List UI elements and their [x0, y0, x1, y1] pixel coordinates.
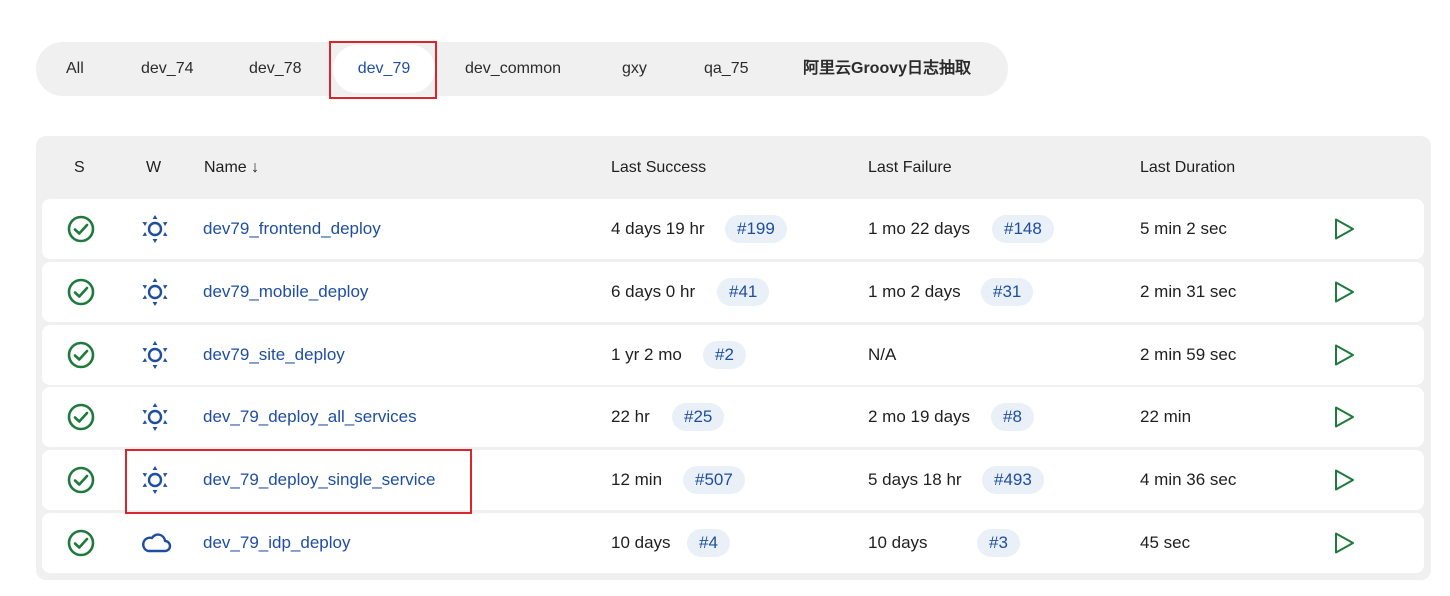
tab-qa-75[interactable]: qa_75	[704, 42, 749, 96]
last-success-build-badge[interactable]: #2	[703, 341, 746, 369]
schedule-build-play-icon[interactable]	[1332, 217, 1356, 241]
last-duration: 4 min 36 sec	[1140, 470, 1237, 489]
schedule-build-play-icon[interactable]	[1332, 405, 1356, 429]
last-duration: 45 sec	[1140, 533, 1191, 552]
last-success-time: 4 days 19 hr	[611, 219, 705, 238]
last-success-build-badge[interactable]: #199	[725, 215, 787, 243]
last-duration: 5 min 2 sec	[1140, 219, 1227, 238]
table-row: dev79_mobile_deploy 6 days 0 hr #41 1 mo…	[42, 262, 1424, 322]
table-row: dev_79_idp_deploy 10 days #4 10 days #3 …	[42, 513, 1424, 573]
job-name-link[interactable]: dev79_frontend_deploy	[203, 199, 381, 259]
success-check-icon	[67, 215, 95, 243]
last-failure-build-badge[interactable]: #148	[992, 215, 1054, 243]
last-failure-build-badge[interactable]: #8	[991, 403, 1034, 431]
header-last-failure[interactable]: Last Failure	[868, 159, 952, 177]
last-failure-time: 5 days 18 hr	[868, 470, 962, 489]
tab-all[interactable]: All	[66, 42, 84, 96]
last-failure-time: 1 mo 22 days	[868, 219, 971, 238]
sun-icon	[140, 278, 170, 306]
job-name-link[interactable]: dev_79_idp_deploy	[203, 513, 350, 573]
header-weather[interactable]: W	[146, 159, 161, 177]
schedule-build-play-icon[interactable]	[1332, 280, 1356, 304]
success-check-icon	[67, 529, 95, 557]
job-name-link[interactable]: dev_79_deploy_single_service	[203, 450, 436, 510]
table-row: dev79_frontend_deploy 4 days 19 hr #199 …	[42, 199, 1424, 259]
sun-icon	[140, 341, 170, 369]
tab-dev-78[interactable]: dev_78	[249, 42, 302, 96]
last-failure-time: 1 mo 2 days	[868, 282, 961, 301]
sun-icon	[140, 215, 170, 243]
tab-aliyun-groovy[interactable]: 阿里云Groovy日志抽取	[803, 42, 971, 96]
jobs-table: S W Name ↓ Last Success Last Failure Las…	[36, 136, 1431, 580]
last-failure-time: 10 days	[868, 533, 928, 552]
table-row: dev79_site_deploy 1 yr 2 mo #2 N/A 2 min…	[42, 325, 1424, 385]
last-success-build-badge[interactable]: #507	[683, 466, 745, 494]
schedule-build-play-icon[interactable]	[1332, 468, 1356, 492]
schedule-build-play-icon[interactable]	[1332, 343, 1356, 367]
job-name-link[interactable]: dev79_site_deploy	[203, 325, 345, 385]
tab-gxy[interactable]: gxy	[622, 42, 647, 96]
last-failure-time: N/A	[868, 345, 897, 364]
last-success-build-badge[interactable]: #4	[687, 529, 730, 557]
success-check-icon	[67, 278, 95, 306]
success-check-icon	[67, 466, 95, 494]
last-success-time: 6 days 0 hr	[611, 282, 696, 301]
header-last-duration[interactable]: Last Duration	[1140, 159, 1235, 177]
header-status[interactable]: S	[74, 159, 85, 177]
last-success-build-badge[interactable]: #25	[672, 403, 725, 431]
table-row: dev_79_deploy_single_service 12 min #507…	[42, 450, 1424, 510]
last-success-time: 22 hr	[611, 407, 650, 426]
success-check-icon	[67, 403, 95, 431]
last-failure-build-badge[interactable]: #31	[981, 278, 1034, 306]
cloud-icon	[140, 529, 172, 557]
header-name[interactable]: Name ↓	[204, 159, 259, 177]
last-success-build-badge[interactable]: #41	[717, 278, 770, 306]
last-success-time: 10 days	[611, 533, 671, 552]
sun-icon	[140, 403, 170, 431]
header-last-success[interactable]: Last Success	[611, 159, 706, 177]
tab-dev-79[interactable]: dev_79	[333, 45, 435, 93]
last-success-time: 12 min	[611, 470, 663, 489]
last-failure-build-badge[interactable]: #493	[982, 466, 1044, 494]
view-tabs: All dev_74 dev_78 dev_79 dev_common gxy …	[36, 42, 1008, 96]
last-duration: 2 min 59 sec	[1140, 345, 1237, 364]
tab-dev-74[interactable]: dev_74	[141, 42, 194, 96]
tab-dev-common[interactable]: dev_common	[465, 42, 561, 96]
job-name-link[interactable]: dev_79_deploy_all_services	[203, 387, 417, 447]
sun-icon	[140, 466, 170, 494]
last-failure-time: 2 mo 19 days	[868, 407, 971, 426]
job-name-link[interactable]: dev79_mobile_deploy	[203, 262, 368, 322]
last-duration: 2 min 31 sec	[1140, 282, 1237, 301]
schedule-build-play-icon[interactable]	[1332, 531, 1356, 555]
success-check-icon	[67, 341, 95, 369]
last-success-time: 1 yr 2 mo	[611, 345, 682, 364]
table-row: dev_79_deploy_all_services 22 hr #25 2 m…	[42, 387, 1424, 447]
last-duration: 22 min	[1140, 407, 1192, 426]
last-failure-build-badge[interactable]: #3	[977, 529, 1020, 557]
